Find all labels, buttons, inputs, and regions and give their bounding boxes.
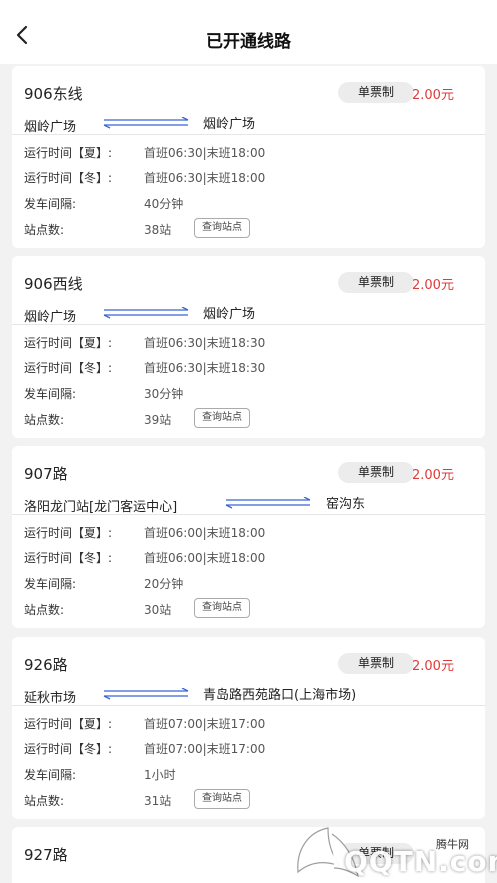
divider	[12, 705, 485, 706]
query-stops-button[interactable]: 查询站点	[194, 789, 250, 809]
divider	[12, 324, 485, 325]
stops-count-label: 站点数:	[24, 413, 65, 427]
price: 2.00元	[412, 278, 454, 293]
bidirectional-arrow-icon	[225, 497, 311, 509]
origin-stop: 烟岭广场	[24, 310, 77, 325]
query-stops-button[interactable]: 查询站点	[194, 598, 250, 618]
query-stops-button[interactable]: 查询站点	[194, 408, 250, 428]
interval-label: 发车间隔:	[24, 768, 77, 782]
interval-label: 发车间隔:	[24, 387, 77, 401]
route-name: 906东线	[24, 85, 83, 103]
summer-time-label: 运行时间【夏】:	[24, 146, 113, 160]
winter-time-label: 运行时间【冬】:	[24, 361, 113, 375]
divider	[12, 514, 485, 515]
stops-count-label: 站点数:	[24, 223, 65, 237]
summer-time-value: 首班06:00|末班18:00	[144, 526, 266, 540]
destination-stop: 窑沟东	[326, 497, 366, 512]
bidirectional-arrow-icon	[103, 307, 189, 319]
route-name: 927路	[24, 846, 68, 864]
route-card[interactable]: 926路 单票制 2.00元 延秋市场 青岛路西苑路口(上海市场) 运行时间【夏…	[12, 637, 485, 819]
stops-count-value: 39站	[144, 413, 172, 427]
stops-count-label: 站点数:	[24, 794, 65, 808]
winter-time-value: 首班07:00|末班17:00	[144, 742, 266, 756]
summer-time-label: 运行时间【夏】:	[24, 526, 113, 540]
price: 2.00元	[412, 468, 454, 483]
origin-stop: 洛阳龙门站[龙门客运中心]	[24, 500, 178, 515]
route-name: 926路	[24, 656, 68, 674]
winter-time-value: 首班06:30|末班18:00	[144, 171, 266, 185]
winter-time-value: 首班06:00|末班18:00	[144, 551, 266, 565]
stops-count-value: 30站	[144, 603, 172, 617]
ticket-type-badge: 单票制	[338, 653, 414, 674]
route-name: 907路	[24, 465, 68, 483]
origin-stop: 烟岭广场	[24, 120, 77, 135]
origin-stop: 延秋市场	[24, 691, 77, 706]
interval-value: 40分钟	[144, 197, 184, 211]
winter-time-label: 运行时间【冬】:	[24, 551, 113, 565]
winter-time-label: 运行时间【冬】:	[24, 742, 113, 756]
stops-count-label: 站点数:	[24, 603, 65, 617]
ticket-type-badge: 单票制	[338, 272, 414, 293]
summer-time-value: 首班06:30|末班18:00	[144, 146, 266, 160]
summer-time-label: 运行时间【夏】:	[24, 717, 113, 731]
winter-time-label: 运行时间【冬】:	[24, 171, 113, 185]
interval-value: 20分钟	[144, 577, 184, 591]
app-header: 已开通线路	[0, 0, 497, 64]
stops-count-value: 38站	[144, 223, 172, 237]
destination-stop: 烟岭广场	[203, 307, 256, 322]
route-card[interactable]: 906东线 单票制 2.00元 烟岭广场 烟岭广场 运行时间【夏】: 首班06:…	[12, 66, 485, 248]
stops-count-value: 31站	[144, 794, 172, 808]
price: 2.00元	[412, 659, 454, 674]
interval-value: 30分钟	[144, 387, 184, 401]
summer-time-label: 运行时间【夏】:	[24, 336, 113, 350]
destination-stop: 青岛路西苑路口(上海市场)	[203, 688, 357, 703]
bidirectional-arrow-icon	[103, 688, 189, 700]
interval-label: 发车间隔:	[24, 577, 77, 591]
bidirectional-arrow-icon	[103, 117, 189, 129]
route-card[interactable]: 907路 单票制 2.00元 洛阳龙门站[龙门客运中心] 窑沟东 运行时间【夏】…	[12, 446, 485, 628]
summer-time-value: 首班07:00|末班17:00	[144, 717, 266, 731]
query-stops-button[interactable]: 查询站点	[194, 218, 250, 238]
divider	[12, 134, 485, 135]
ticket-type-badge: 单票制	[338, 462, 414, 483]
watermark-text: QQTN.com	[344, 845, 497, 878]
winter-time-value: 首班06:30|末班18:30	[144, 361, 266, 375]
route-name: 906西线	[24, 275, 83, 293]
price: 2.00元	[412, 88, 454, 103]
summer-time-value: 首班06:30|末班18:30	[144, 336, 266, 350]
destination-stop: 烟岭广场	[203, 117, 256, 132]
page-title: 已开通线路	[206, 32, 291, 52]
interval-label: 发车间隔:	[24, 197, 77, 211]
ticket-type-badge: 单票制	[338, 82, 414, 103]
route-card[interactable]: 906西线 单票制 2.00元 烟岭广场 烟岭广场 运行时间【夏】: 首班06:…	[12, 256, 485, 438]
interval-value: 1小时	[144, 768, 176, 782]
